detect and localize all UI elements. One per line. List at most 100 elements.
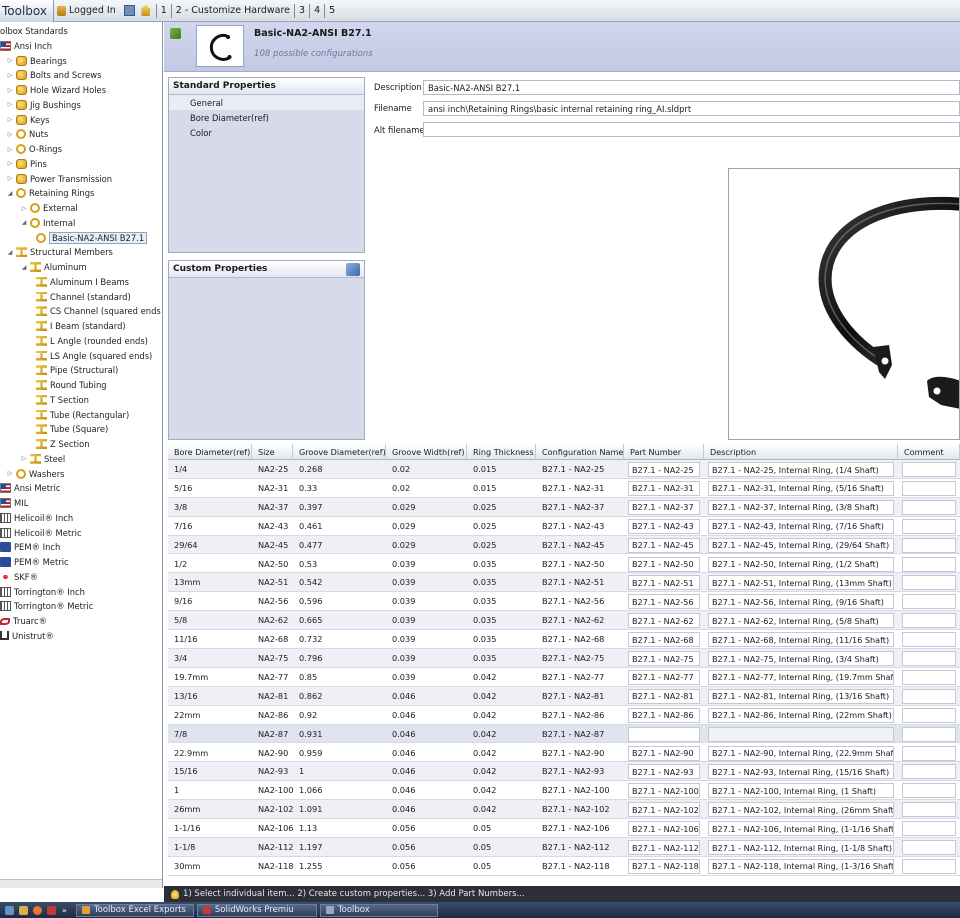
browser-icon[interactable] [33, 905, 42, 915]
cell-part-number[interactable]: B27.1 - NA2-25 [628, 462, 700, 477]
cell-description[interactable]: B27.1 - NA2-50, Internal Ring, (1/2 Shaf… [708, 556, 894, 572]
tree-item[interactable]: ▷ Bolts and Screws [6, 68, 101, 82]
toolbox-title[interactable]: Toolbox [0, 0, 54, 22]
table-row[interactable]: 1 NA2-100 1.066 0.046 0.042 B27.1 - NA2-100 B2… [168, 781, 960, 801]
cell-comment[interactable] [902, 518, 956, 534]
cell-comment[interactable] [902, 669, 956, 685]
table-row[interactable]: 3/8 NA2-37 0.397 0.029 0.025 B27.1 - NA2-37 B2… [168, 497, 960, 517]
column-header-description[interactable]: Description [704, 444, 898, 460]
tree-item[interactable]: Truarc® [0, 614, 47, 628]
cell-comment[interactable] [902, 462, 956, 477]
table-row[interactable]: 13mm NA2-51 0.542 0.039 0.035 B27.1 - NA2-51 B… [168, 573, 960, 593]
cell-description[interactable]: B27.1 - NA2-56, Internal Ring, (9/16 Sha… [708, 594, 894, 610]
tree-item[interactable]: ▷ Keys [6, 113, 50, 127]
cell-description[interactable]: B27.1 - NA2-51, Internal Ring, (13mm Sha… [708, 575, 894, 591]
collapse-arrow-icon[interactable]: ◢ [20, 216, 28, 230]
cell-comment[interactable] [902, 594, 956, 610]
tree-item[interactable]: L Angle (rounded ends) [36, 334, 148, 348]
cell-comment[interactable] [902, 783, 956, 799]
table-row[interactable]: 30mm NA2-118 1.255 0.056 0.05 B27.1 - NA2-118… [168, 857, 960, 876]
tree-item[interactable]: Round Tubing [36, 378, 107, 392]
tree-item[interactable]: Tube (Square) [36, 422, 108, 436]
expand-arrow-icon[interactable]: ▷ [6, 68, 14, 82]
expand-arrow-icon[interactable]: ▷ [20, 452, 28, 466]
tree-item[interactable]: Ansi Inch [0, 39, 52, 53]
cell-description[interactable]: B27.1 - NA2-68, Internal Ring, (11/16 Sh… [708, 632, 894, 648]
cell-part-number[interactable]: B27.1 - NA2-118 [628, 858, 700, 874]
property-bore-diameter[interactable]: Bore Diameter(ref) [169, 110, 364, 125]
tree-item[interactable]: Z Section [36, 437, 90, 451]
overflow-chevron-icon[interactable]: » [62, 906, 67, 915]
cell-part-number[interactable]: B27.1 - NA2-43 [628, 518, 700, 534]
cell-part-number[interactable] [628, 726, 700, 742]
cell-part-number[interactable]: B27.1 - NA2-68 [628, 632, 700, 648]
expand-arrow-icon[interactable]: ▷ [6, 142, 14, 156]
tree-item[interactable]: Helicoil® Inch [0, 511, 73, 525]
edit-icon[interactable] [170, 28, 181, 39]
cell-comment[interactable] [902, 575, 956, 591]
tree-item[interactable]: I Beam (standard) [36, 319, 126, 333]
column-header-size[interactable]: Size [252, 444, 293, 460]
tree-item[interactable]: ▷ Pins [6, 157, 47, 171]
tree-item[interactable]: T Section [36, 393, 89, 407]
column-header-configuration-name[interactable]: Configuration Name [536, 444, 624, 460]
table-row[interactable]: 11/16 NA2-68 0.732 0.039 0.035 B27.1 - NA2-68… [168, 630, 960, 649]
table-row[interactable]: 22mm NA2-86 0.92 0.046 0.042 B27.1 - NA2-86 B2… [168, 706, 960, 725]
table-row[interactable]: 1-1/16 NA2-106 1.13 0.056 0.05 B27.1 - NA2-10… [168, 819, 960, 838]
taskbar-toolbox-excel[interactable]: Toolbox Excel Exports [75, 903, 194, 917]
column-header-ring-thickness[interactable]: Ring Thickness [467, 444, 536, 460]
column-header-comment[interactable]: Comment [898, 444, 960, 460]
cell-comment[interactable] [902, 707, 956, 723]
cell-description[interactable]: B27.1 - NA2-77, Internal Ring, (19.7mm S… [708, 669, 894, 685]
tree-item[interactable]: SKF® [0, 570, 38, 584]
tree-horizontal-scrollbar[interactable] [0, 879, 162, 888]
column-header-groove-width[interactable]: Groove Width(ref) [386, 444, 467, 460]
cell-comment[interactable] [902, 840, 956, 855]
expand-arrow-icon[interactable]: ▷ [20, 201, 28, 215]
description-field[interactable]: Basic-NA2-ANSI B27.1 [423, 80, 960, 95]
cell-description[interactable]: B27.1 - NA2-75, Internal Ring, (3/4 Shaf… [708, 651, 894, 666]
tree-item[interactable]: ▷ External [20, 201, 78, 215]
cell-part-number[interactable]: B27.1 - NA2-50 [628, 556, 700, 572]
tree-item[interactable]: Torrington® Inch [0, 585, 85, 599]
table-row[interactable]: 29/64 NA2-45 0.477 0.029 0.025 B27.1 - NA2-45… [168, 535, 960, 555]
property-color[interactable]: Color [169, 125, 364, 140]
cell-description[interactable] [708, 726, 894, 742]
collapse-arrow-icon[interactable]: ◢ [6, 245, 14, 259]
logged-in-status[interactable]: Logged In [54, 0, 119, 22]
collapse-arrow-icon[interactable]: ◢ [6, 186, 14, 200]
taskbar-toolbox[interactable]: Toolbox [319, 903, 438, 917]
table-row[interactable]: 5/8 NA2-62 0.665 0.039 0.035 B27.1 - NA2-62 B2… [168, 611, 960, 631]
tree-item[interactable]: ▷ Jig Bushings [6, 98, 81, 112]
tree-item[interactable]: LS Angle (squared ends) [36, 349, 152, 363]
cell-comment[interactable] [902, 764, 956, 780]
tree-item[interactable]: CS Channel (squared ends [36, 304, 161, 318]
cell-part-number[interactable]: B27.1 - NA2-62 [628, 613, 700, 629]
cell-part-number[interactable]: B27.1 - NA2-90 [628, 745, 700, 761]
step-2-link[interactable]: 2 - Customize Hardware [174, 5, 292, 16]
expand-arrow-icon[interactable]: ▷ [6, 467, 14, 481]
table-row[interactable]: 7/8 NA2-87 0.931 0.046 0.042 B27.1 - NA2-87 [168, 724, 960, 744]
tree-item[interactable]: Unistrut® [0, 629, 54, 643]
step-5-link[interactable]: 5 [327, 5, 337, 16]
step-4-link[interactable]: 4 [312, 5, 322, 16]
cell-part-number[interactable]: B27.1 - NA2-112 [628, 840, 700, 855]
tree-item[interactable]: ◢ Structural Members [6, 245, 113, 259]
tree-item[interactable]: ▷ Bearings [6, 54, 67, 68]
expand-arrow-icon[interactable]: ▷ [6, 54, 14, 68]
cell-comment[interactable] [902, 537, 956, 553]
expand-arrow-icon[interactable]: ▷ [6, 113, 14, 127]
cell-description[interactable]: B27.1 - NA2-37, Internal Ring, (3/8 Shaf… [708, 499, 894, 515]
cell-description[interactable]: B27.1 - NA2-86, Internal Ring, (22mm Sha… [708, 707, 894, 723]
cell-comment[interactable] [902, 480, 956, 496]
cell-part-number[interactable]: B27.1 - NA2-77 [628, 669, 700, 685]
cell-comment[interactable] [902, 556, 956, 572]
tree-item[interactable]: PEM® Inch [0, 540, 60, 554]
filename-field[interactable]: ansi inch\Retaining Rings\basic internal… [423, 101, 960, 116]
cell-description[interactable]: B27.1 - NA2-81, Internal Ring, (13/16 Sh… [708, 688, 894, 704]
column-header-bore-diameter[interactable]: Bore Diameter(ref) [168, 444, 252, 460]
tree-item[interactable]: Pipe (Structural) [36, 363, 118, 377]
tree-item[interactable]: Ansi Metric [0, 481, 60, 495]
cell-comment[interactable] [902, 688, 956, 704]
table-row[interactable]: 7/16 NA2-43 0.461 0.029 0.025 B27.1 - NA2-43 B… [168, 517, 960, 536]
